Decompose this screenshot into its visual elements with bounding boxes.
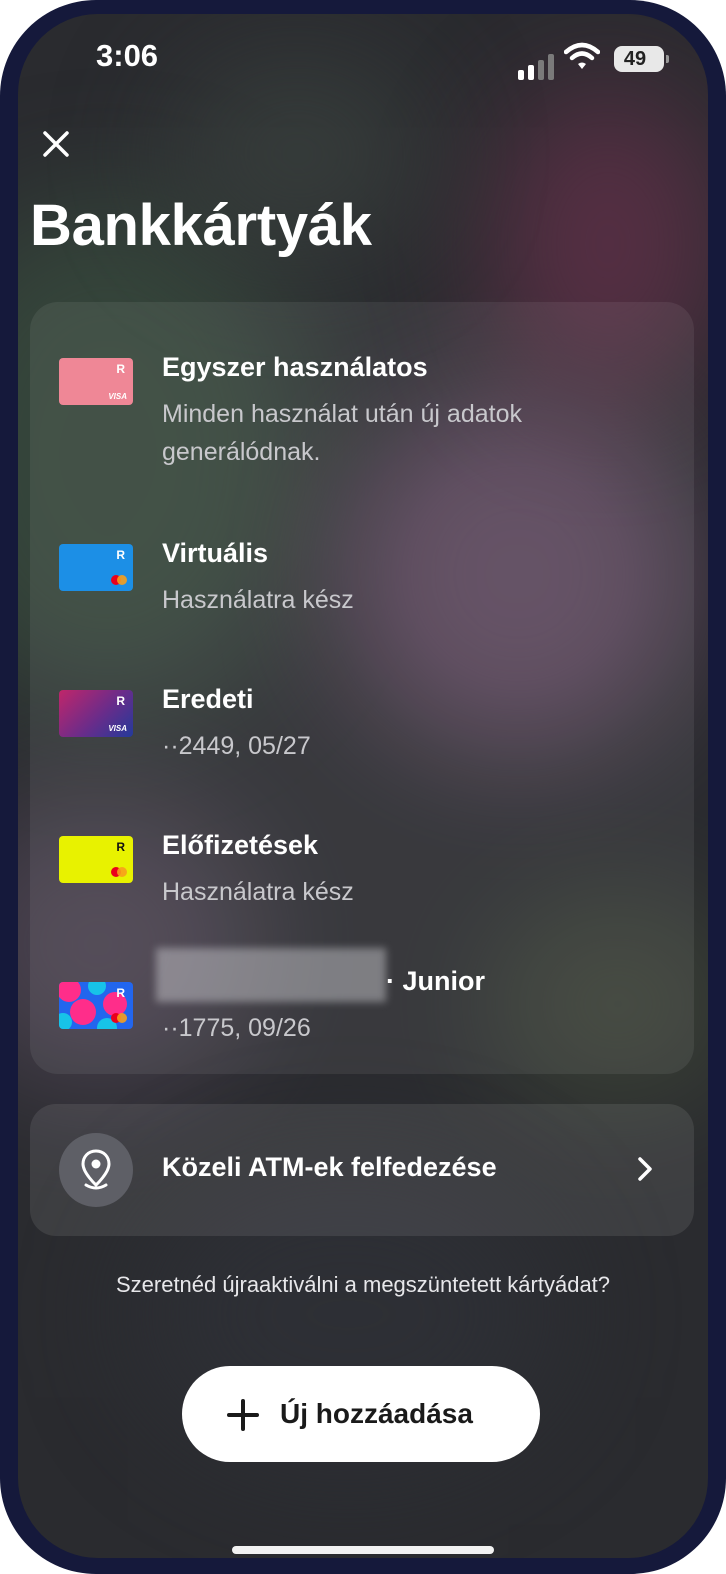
status-bar: 3:06 49 [18,14,708,98]
device-frame: 3:06 49 Bankkártyák R VISA Egyszer haszn… [0,0,726,1574]
redacted-name [156,948,386,1002]
page-title: Bankkártyák [30,193,372,258]
card-row-subscriptions[interactable]: R Előfizetések Használatra kész [30,816,694,926]
card-title: Virtuális [162,538,269,568]
card-title: Egyszer használatos [162,352,428,382]
card-row-original[interactable]: R VISA Eredeti ··2449, 05/27 [30,670,694,780]
plus-icon [227,1399,259,1431]
status-time: 3:06 [96,38,159,73]
battery-icon: 49 [614,46,669,72]
signal-icon [518,52,556,80]
mastercard-logo [111,575,127,585]
card-thumbnail: R VISA [59,358,133,405]
mastercard-logo [111,1013,127,1023]
card-subtitle: ··2449, 05/27 [162,732,311,760]
location-pin-icon [59,1133,133,1207]
card-title: Előfizetések [162,830,319,860]
card-thumbnail: R [59,982,133,1029]
card-subtitle: Használatra kész [162,878,354,906]
battery-level: 49 [623,48,647,70]
card-subtitle: Használatra kész [162,586,354,614]
card-row-virtual[interactable]: R Virtuális Használatra kész [30,524,694,634]
screen: 3:06 49 Bankkártyák R VISA Egyszer haszn… [18,14,708,1558]
visa-logo: VISA [108,392,127,401]
card-thumbnail: R [59,836,133,883]
card-row-junior[interactable]: R · Junior ··1775, 09/26 [30,948,694,1062]
wifi-icon [564,42,600,69]
add-new-card-button[interactable]: Új hozzáadása [182,1366,540,1462]
card-subtitle: Minden használat után új adatok generáló… [162,400,522,466]
card-list: R VISA Egyszer használatos Minden haszná… [30,302,694,1074]
card-title: · Junior [386,966,485,996]
card-title: Eredeti [162,684,254,714]
card-subtitle: ··1775, 09/26 [162,1014,311,1042]
mastercard-logo [111,867,127,877]
nearby-atm-button[interactable]: Közeli ATM-ek felfedezése [30,1104,694,1236]
card-thumbnail: R [59,544,133,591]
chevron-right-icon [638,1157,652,1181]
atm-label: Közeli ATM-ek felfedezése [162,1152,497,1182]
reactivate-card-link[interactable]: Szeretnéd újraaktiválni a megszüntetett … [18,1272,708,1298]
card-row-single-use[interactable]: R VISA Egyszer használatos Minden haszná… [30,338,694,488]
home-indicator [232,1546,494,1554]
card-thumbnail: R VISA [59,690,133,737]
close-icon[interactable] [32,120,80,168]
add-button-label: Új hozzáadása [280,1398,473,1429]
visa-logo: VISA [108,724,127,733]
